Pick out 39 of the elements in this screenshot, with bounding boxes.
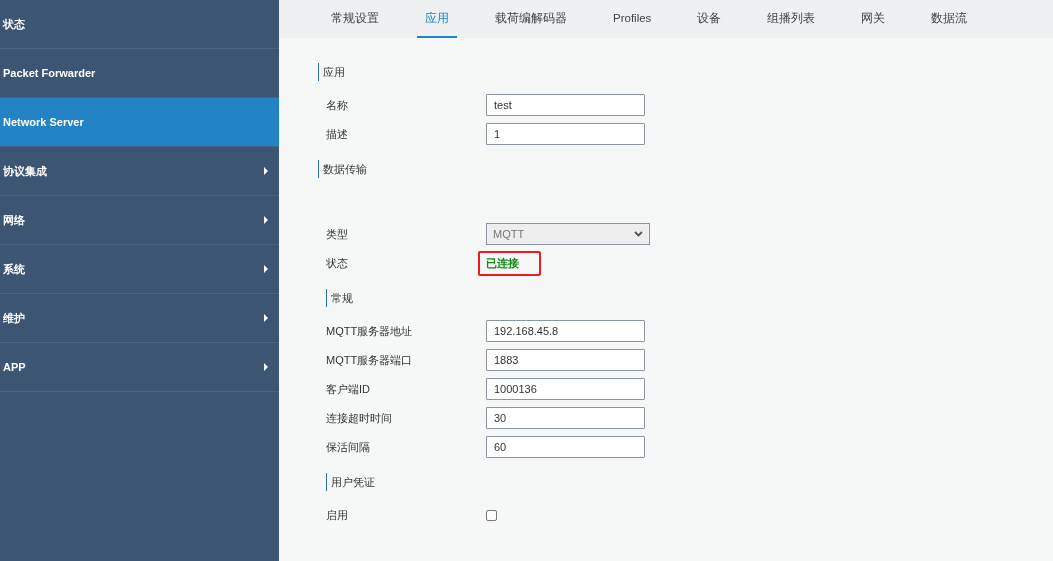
input-field[interactable]: test [486,94,645,116]
section-heading: 用户凭证 [326,473,1053,491]
section-heading: 常规 [326,289,1053,307]
field-label: MQTT服务器地址 [325,323,414,339]
tab[interactable]: 应用 [417,0,457,38]
checkbox[interactable] [486,509,497,521]
tab[interactable]: 载荷编解码器 [487,0,575,38]
sidebar-item[interactable]: Network Server [0,98,279,147]
tab[interactable]: Profiles [605,0,660,38]
tab[interactable]: 组播列表 [759,0,824,38]
caret-icon [264,167,268,175]
field-label: 客户端ID [325,381,371,397]
type-dropdown[interactable]: MQTT [486,223,650,245]
field-label: 名称 [325,97,349,113]
input-field[interactable]: 192.168.45.8 [486,320,645,342]
field-label: 状态 [325,255,349,271]
input-field[interactable]: 30 [486,407,645,429]
field-label: 连接超时时间 [325,410,393,426]
field-label: 类型 [325,226,349,242]
caret-icon [264,363,268,371]
input-field[interactable]: 1883 [486,349,645,371]
status-text: 已连接 [478,250,541,276]
field-label: MQTT服务器端口 [325,352,414,368]
caret-icon [264,216,268,224]
section-heading: 应用 [318,63,1053,81]
field-label: 保活间隔 [325,439,371,455]
tab[interactable]: 常规设置 [323,0,387,38]
tab[interactable]: 网关 [853,0,894,38]
field-label: 描述 [325,126,349,142]
input-field[interactable]: 1 [486,123,645,145]
section-heading: 数据传输 [318,160,1053,178]
field-label: 启用 [325,507,349,523]
input-field[interactable]: 1000136 [486,378,645,400]
caret-icon [264,265,268,273]
tab[interactable]: 数据流 [923,0,976,38]
chevron-down-icon [634,231,643,237]
caret-icon [264,314,268,322]
tab[interactable]: 设备 [689,0,730,38]
input-field[interactable]: 60 [486,436,645,458]
